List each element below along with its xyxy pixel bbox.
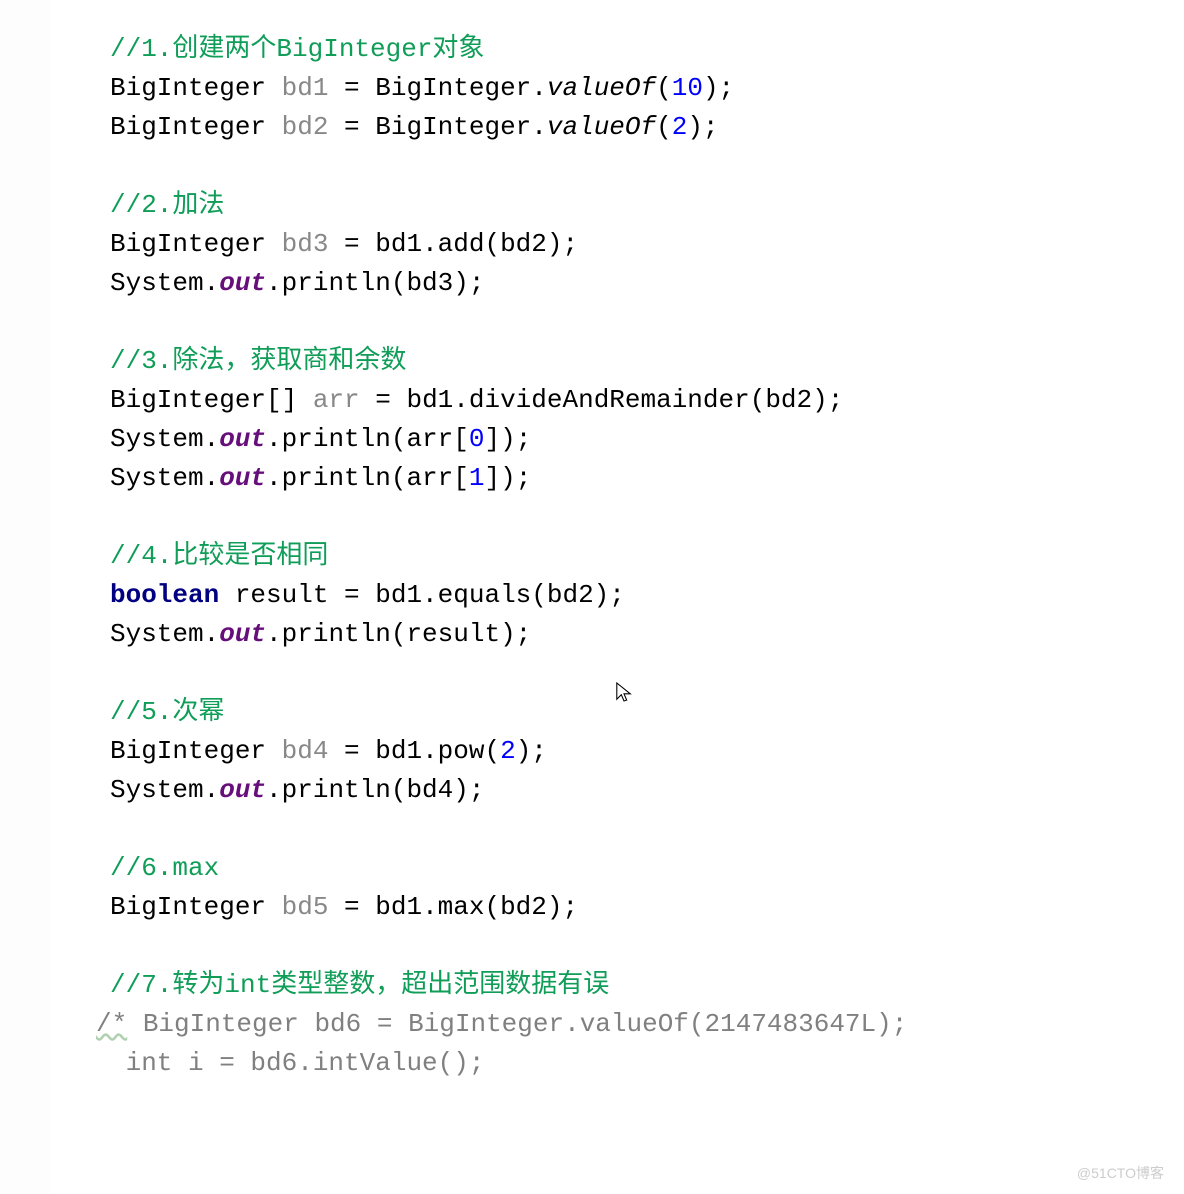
editor-gutter: [0, 0, 51, 1194]
code-editor-content: //1.创建两个BigInteger对象 BigInteger bd1 = Bi…: [50, 0, 1184, 1194]
code-line: BigInteger bd4 = bd1.pow(2);: [110, 736, 547, 766]
code-line: BigInteger bd2 = BigInteger.valueOf(2);: [110, 112, 719, 142]
code-line: System.out.println(bd4);: [110, 775, 484, 805]
code-line: boolean result = bd1.equals(bd2);: [110, 580, 625, 610]
code-block: //1.创建两个BigInteger对象 BigInteger bd1 = Bi…: [110, 30, 1144, 1083]
comment-line: //4.比较是否相同: [110, 541, 328, 571]
code-line: BigInteger bd3 = bd1.add(bd2);: [110, 229, 578, 259]
cursor-icon: [615, 680, 633, 704]
code-line: System.out.println(arr[1]);: [110, 463, 531, 493]
code-line: BigInteger[] arr = bd1.divideAndRemainde…: [110, 385, 843, 415]
watermark-text: @51CTO博客: [1077, 1163, 1164, 1184]
code-line: System.out.println(arr[0]);: [110, 424, 531, 454]
comment-line: //6.max: [110, 853, 219, 883]
code-line: BigInteger bd1 = BigInteger.valueOf(10);: [110, 73, 734, 103]
comment-line: //2.加法: [110, 190, 224, 220]
comment-line: //1.创建两个BigInteger对象: [110, 34, 484, 64]
comment-line: //7.转为int类型整数，超出范围数据有误: [110, 970, 609, 1000]
comment-line: //3.除法，获取商和余数: [110, 346, 406, 376]
comment-line: //5.次幂: [110, 697, 224, 727]
code-line: int i = bd6.intValue();: [110, 1048, 484, 1078]
code-line: /* BigInteger bd6 = BigInteger.valueOf(2…: [96, 1009, 907, 1039]
code-line: System.out.println(result);: [110, 619, 531, 649]
code-line: System.out.println(bd3);: [110, 268, 484, 298]
code-line: BigInteger bd5 = bd1.max(bd2);: [110, 892, 578, 922]
